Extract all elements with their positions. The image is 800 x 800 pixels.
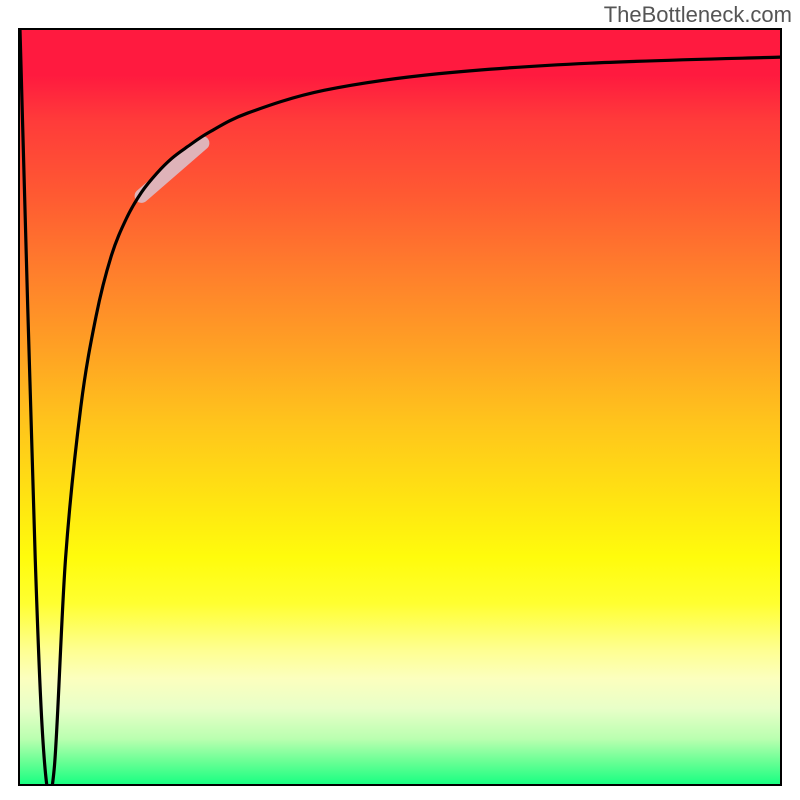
curve-svg bbox=[20, 30, 780, 784]
plot-area bbox=[20, 30, 780, 784]
watermark-text: TheBottleneck.com bbox=[604, 2, 792, 28]
curve-highlight bbox=[142, 143, 203, 196]
curve-line bbox=[20, 30, 780, 784]
